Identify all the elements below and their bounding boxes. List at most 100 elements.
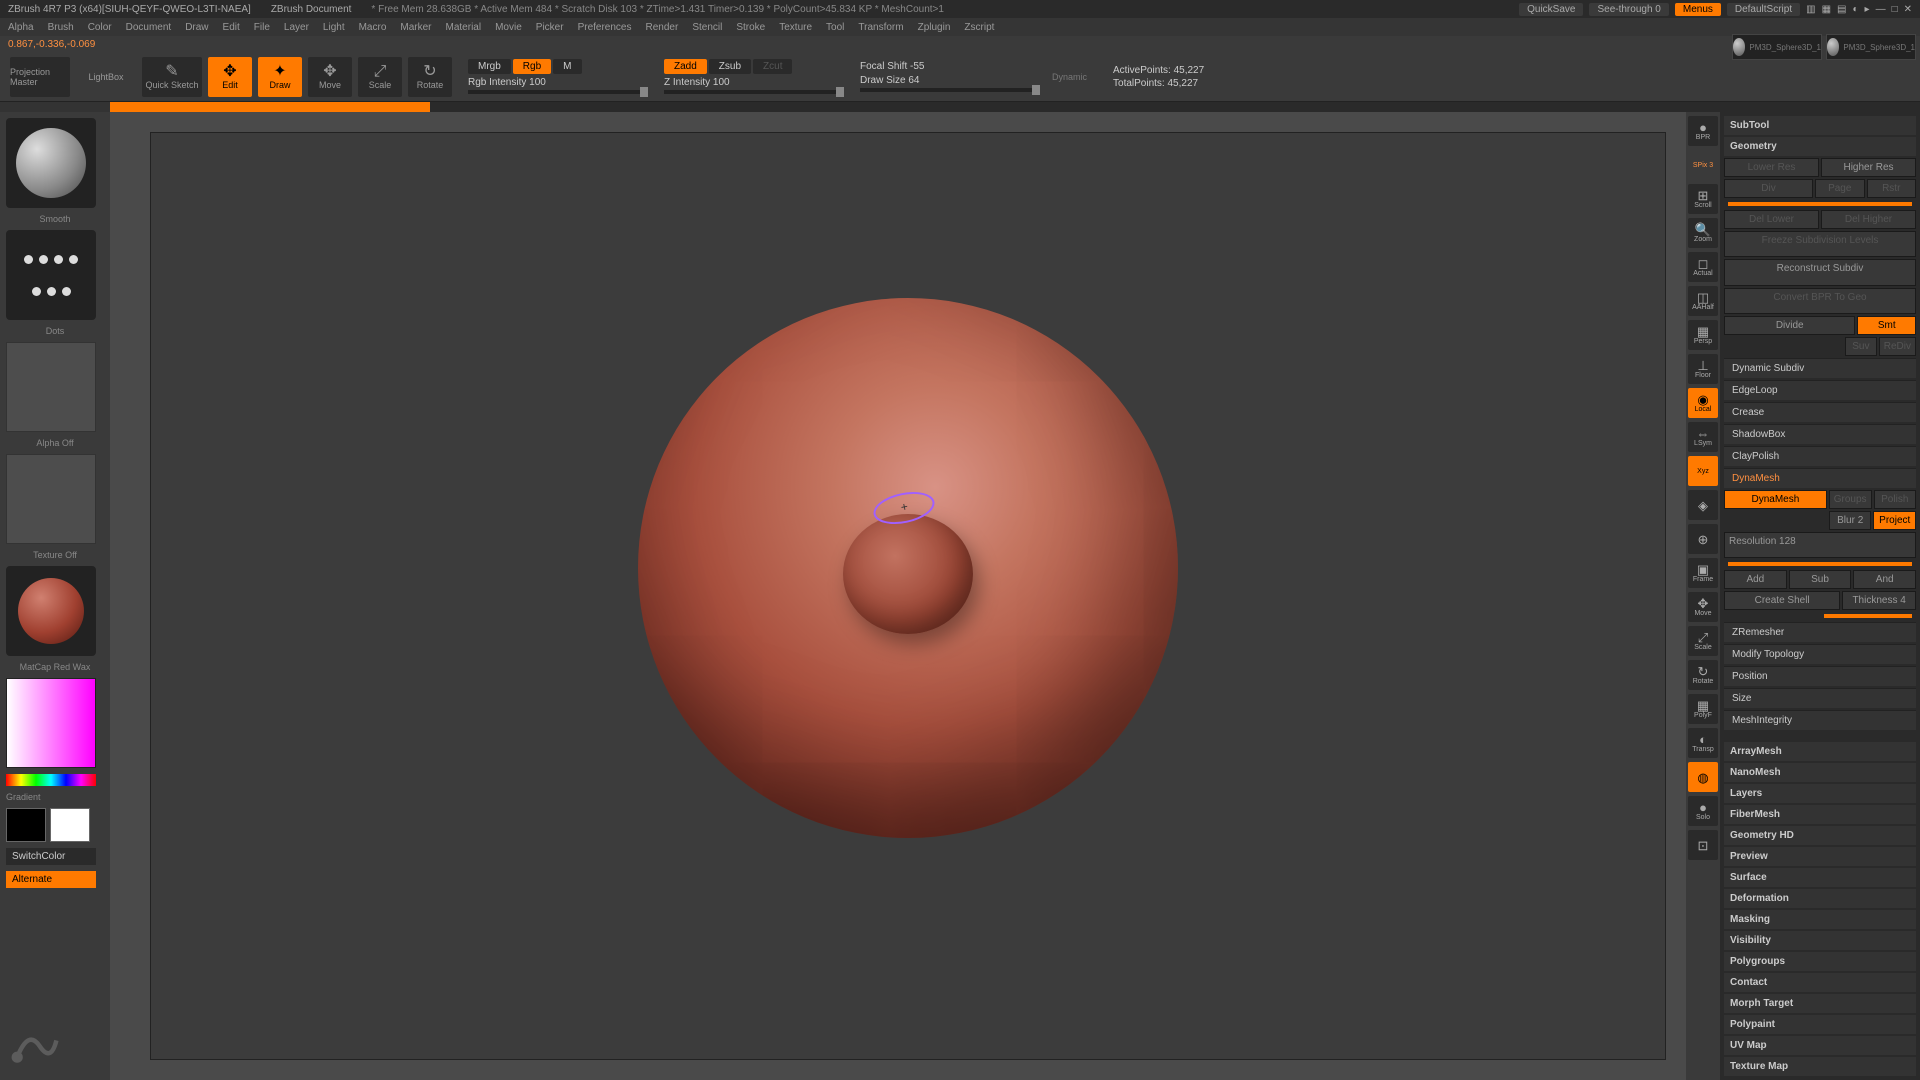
zremesher-item[interactable]: ZRemesher <box>1724 622 1916 642</box>
menu-item[interactable]: Preferences <box>578 22 632 33</box>
page-button[interactable]: Page <box>1815 179 1865 198</box>
suv-button[interactable]: Suv <box>1845 337 1877 356</box>
floor-button[interactable]: ⊥Floor <box>1688 354 1718 384</box>
menu-item[interactable]: Layer <box>284 22 309 33</box>
rediv-button[interactable]: ReDiv <box>1879 337 1916 356</box>
dynamesh-header[interactable]: DynaMesh <box>1724 468 1916 488</box>
higher-res-button[interactable]: Higher Res <box>1821 158 1916 177</box>
lower-res-button[interactable]: Lower Res <box>1724 158 1819 177</box>
close-icon[interactable]: ✕ <box>1904 4 1912 15</box>
menu-item[interactable]: Color <box>88 22 112 33</box>
claypolish-item[interactable]: ClayPolish <box>1724 446 1916 466</box>
del-higher-button[interactable]: Del Higher <box>1821 210 1916 229</box>
draw-size-slider[interactable]: Draw Size 64 <box>860 75 1040 92</box>
add-button[interactable]: Add <box>1724 570 1787 589</box>
transp-button[interactable]: ◐Transp <box>1688 728 1718 758</box>
menu-item[interactable]: Material <box>446 22 482 33</box>
menu-item[interactable]: Zplugin <box>918 22 951 33</box>
menu-item[interactable]: Stencil <box>692 22 722 33</box>
menu-item[interactable]: Document <box>126 22 172 33</box>
size-item[interactable]: Size <box>1724 688 1916 708</box>
stroke-thumb[interactable] <box>6 230 96 320</box>
material-thumb[interactable] <box>6 566 96 656</box>
resolution-slider[interactable]: Resolution 128 <box>1724 532 1916 558</box>
meshintegrity-item[interactable]: MeshIntegrity <box>1724 710 1916 730</box>
projection-master-button[interactable]: Projection Master <box>10 57 70 97</box>
subtool-header[interactable]: SubTool <box>1724 116 1916 135</box>
menu-item[interactable]: Render <box>646 22 679 33</box>
m-button[interactable]: M <box>553 59 581 74</box>
menu-item[interactable]: Alpha <box>8 22 34 33</box>
rstr-button[interactable]: Rstr <box>1867 179 1917 198</box>
dynamic-subdiv-item[interactable]: Dynamic Subdiv <box>1724 358 1916 378</box>
viewport[interactable] <box>150 132 1666 1060</box>
rgb-button[interactable]: Rgb <box>513 59 551 74</box>
geometry-header[interactable]: Geometry <box>1724 137 1916 156</box>
zsub-button[interactable]: Zsub <box>709 59 751 74</box>
zadd-button[interactable]: Zadd <box>664 59 707 74</box>
mrgb-button[interactable]: Mrgb <box>468 59 511 74</box>
xpose-button[interactable]: ⊡ <box>1688 830 1718 860</box>
move-button[interactable]: ✥Move <box>308 57 352 97</box>
blur-slider[interactable]: Blur 2 <box>1829 511 1872 530</box>
smt-button[interactable]: Smt <box>1857 316 1916 335</box>
create-shell-button[interactable]: Create Shell <box>1724 591 1840 610</box>
frame-button[interactable]: ▣Frame <box>1688 558 1718 588</box>
menu-item[interactable]: Picker <box>536 22 564 33</box>
polygroups-header[interactable]: Polygroups <box>1724 952 1916 971</box>
contact-header[interactable]: Contact <box>1724 973 1916 992</box>
menu-item[interactable]: Tool <box>826 22 844 33</box>
dynamic-label[interactable]: Dynamic <box>1052 72 1087 82</box>
polypaint-header[interactable]: Polypaint <box>1724 1015 1916 1034</box>
alternate-button[interactable]: Alternate <box>6 871 96 888</box>
local-button[interactable]: ◉Local <box>1688 388 1718 418</box>
sub-button[interactable]: Sub <box>1789 570 1852 589</box>
dynamesh-button[interactable]: DynaMesh <box>1724 490 1827 509</box>
menu-item[interactable]: Transform <box>858 22 903 33</box>
solo-button[interactable]: ●Solo <box>1688 796 1718 826</box>
layout2-icon[interactable]: ▦ <box>1822 4 1831 15</box>
fibermesh-header[interactable]: FiberMesh <box>1724 805 1916 824</box>
menu-item[interactable]: Draw <box>185 22 208 33</box>
preview-header[interactable]: Preview <box>1724 847 1916 866</box>
maximize-icon[interactable]: □ <box>1892 4 1898 15</box>
uvmap-header[interactable]: UV Map <box>1724 1036 1916 1055</box>
menu-item[interactable]: Light <box>323 22 345 33</box>
divide-button[interactable]: Divide <box>1724 316 1855 335</box>
menu-item[interactable]: Edit <box>223 22 240 33</box>
lsym-button[interactable]: ⇔LSym <box>1688 422 1718 452</box>
cam2-button[interactable]: ⊕ <box>1688 524 1718 554</box>
actual-button[interactable]: ◻Actual <box>1688 252 1718 282</box>
quicksave-button[interactable]: QuickSave <box>1519 3 1583 16</box>
edgeloop-item[interactable]: EdgeLoop <box>1724 380 1916 400</box>
hue-strip[interactable] <box>6 774 96 786</box>
div-bar[interactable] <box>1724 200 1916 208</box>
menu-item[interactable]: Zscript <box>964 22 994 33</box>
black-swatch[interactable] <box>6 808 46 842</box>
masking-header[interactable]: Masking <box>1724 910 1916 929</box>
shelf-strip[interactable] <box>0 102 1920 112</box>
cam-button[interactable]: ◈ <box>1688 490 1718 520</box>
groups-button[interactable]: Groups <box>1829 490 1872 509</box>
menu-item[interactable]: Brush <box>48 22 74 33</box>
draw-button[interactable]: ✦Draw <box>258 57 302 97</box>
white-swatch[interactable] <box>50 808 90 842</box>
scale-button[interactable]: ⤢Scale <box>358 57 402 97</box>
persp-button[interactable]: ▦Persp <box>1688 320 1718 350</box>
nanomesh-header[interactable]: NanoMesh <box>1724 763 1916 782</box>
rgb-intensity-slider[interactable]: Rgb Intensity 100 .track::after{left:cal… <box>468 77 648 94</box>
texturemap-header[interactable]: Texture Map <box>1724 1057 1916 1076</box>
switchcolor-button[interactable]: SwitchColor <box>6 848 96 865</box>
alpha-thumb[interactable] <box>6 342 96 432</box>
thickness-slider[interactable]: Thickness 4 <box>1842 591 1916 610</box>
layout-icon[interactable]: ▥ <box>1806 4 1815 15</box>
xyz-button[interactable]: Xyz <box>1688 456 1718 486</box>
zcut-button[interactable]: Zcut <box>753 59 792 74</box>
layout3-icon[interactable]: ▤ <box>1837 4 1846 15</box>
move3d-button[interactable]: ✥Move <box>1688 592 1718 622</box>
zoom-button[interactable]: 🔍Zoom <box>1688 218 1718 248</box>
z-intensity-slider[interactable]: Z Intensity 100 <box>664 77 844 94</box>
seethrough-button[interactable]: See-through 0 <box>1589 3 1668 16</box>
help-icon[interactable]: ◐ <box>1852 4 1858 15</box>
reconstruct-button[interactable]: Reconstruct Subdiv <box>1724 259 1916 285</box>
